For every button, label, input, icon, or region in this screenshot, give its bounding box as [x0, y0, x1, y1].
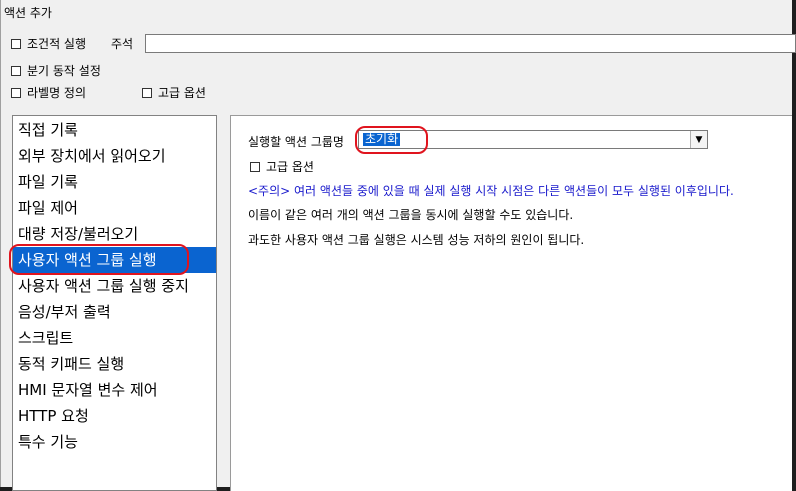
list-item-selected[interactable]: 사용자 액션 그룹 실행 [13, 247, 216, 273]
action-type-list[interactable]: 직접 기록 외부 장치에서 읽어오기 파일 기록 파일 제어 대량 저장/불러오… [12, 115, 217, 491]
info-text-2: 과도한 사용자 액션 그룹 실행은 시스템 성능 저하의 원인이 됩니다. [248, 233, 585, 247]
branch-setting-checkbox[interactable]: 분기 동작 설정 [11, 62, 101, 79]
checkbox-icon [250, 161, 260, 172]
checkbox-icon [11, 87, 21, 98]
window-right-border [792, 0, 796, 491]
list-item[interactable]: 스크립트 [13, 325, 216, 351]
list-item[interactable]: 음성/부저 출력 [13, 299, 216, 325]
list-item[interactable]: 특수 기능 [13, 429, 216, 455]
advanced-options-checkbox[interactable]: 고급 옵션 [142, 84, 206, 101]
label-def-checkbox[interactable]: 라벨명 정의 [11, 84, 86, 101]
info-text-1: 이름이 같은 여러 개의 액션 그룹을 동시에 실행할 수도 있습니다. [248, 208, 574, 222]
advanced-options-label: 고급 옵션 [158, 86, 206, 100]
group-name-label: 실행할 액션 그룹명 [248, 135, 344, 149]
list-item[interactable]: 사용자 액션 그룹 실행 중지 [13, 273, 216, 299]
checkbox-icon [11, 38, 21, 49]
note-label: 주석 [111, 37, 134, 51]
list-item[interactable]: 파일 제어 [13, 195, 216, 221]
list-item[interactable]: 대량 저장/불러오기 [13, 221, 216, 247]
group-name-combobox[interactable]: 초기화 ▼ [358, 130, 708, 149]
warning-text: <주의> 여러 액션들 중에 있을 때 실제 실행 시작 시점은 다른 액션들이… [248, 184, 734, 198]
chevron-down-icon[interactable]: ▼ [690, 131, 707, 148]
list-item[interactable]: 동적 키패드 실행 [13, 351, 216, 377]
list-item[interactable]: HTTP 요청 [13, 403, 216, 429]
conditional-exec-label: 조건적 실행 [27, 37, 87, 51]
group-name-value: 초기화 [363, 132, 401, 146]
branch-setting-label: 분기 동작 설정 [27, 64, 101, 78]
checkbox-icon [11, 65, 21, 76]
list-item[interactable]: 외부 장치에서 읽어오기 [13, 143, 216, 169]
label-def-label: 라벨명 정의 [27, 86, 87, 100]
conditional-exec-checkbox[interactable]: 조건적 실행 [11, 35, 86, 52]
list-item[interactable]: HMI 문자열 변수 제어 [13, 377, 216, 403]
list-item[interactable]: 파일 기록 [13, 169, 216, 195]
window-left-border [0, 0, 1, 491]
list-item[interactable]: 직접 기록 [13, 117, 216, 143]
action-detail-panel [230, 115, 792, 491]
checkbox-icon [142, 87, 152, 98]
window-title: 액션 추가 [4, 6, 52, 20]
panel-advanced-label: 고급 옵션 [266, 160, 314, 174]
note-input[interactable] [145, 34, 796, 53]
panel-advanced-checkbox[interactable]: 고급 옵션 [250, 158, 314, 175]
